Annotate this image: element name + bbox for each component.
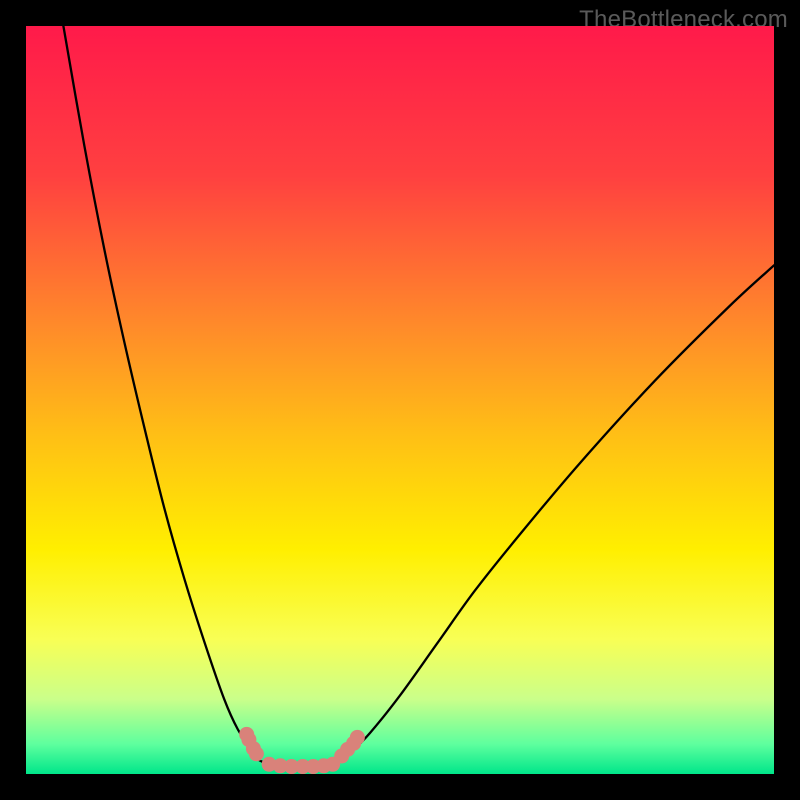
chart-plot-area bbox=[26, 26, 774, 774]
right-marker-cluster-point bbox=[350, 730, 365, 745]
chart-svg bbox=[26, 26, 774, 774]
left-marker-cluster-point bbox=[249, 746, 264, 761]
floor-markers-point bbox=[325, 757, 340, 772]
chart-frame: TheBottleneck.com bbox=[0, 0, 800, 800]
